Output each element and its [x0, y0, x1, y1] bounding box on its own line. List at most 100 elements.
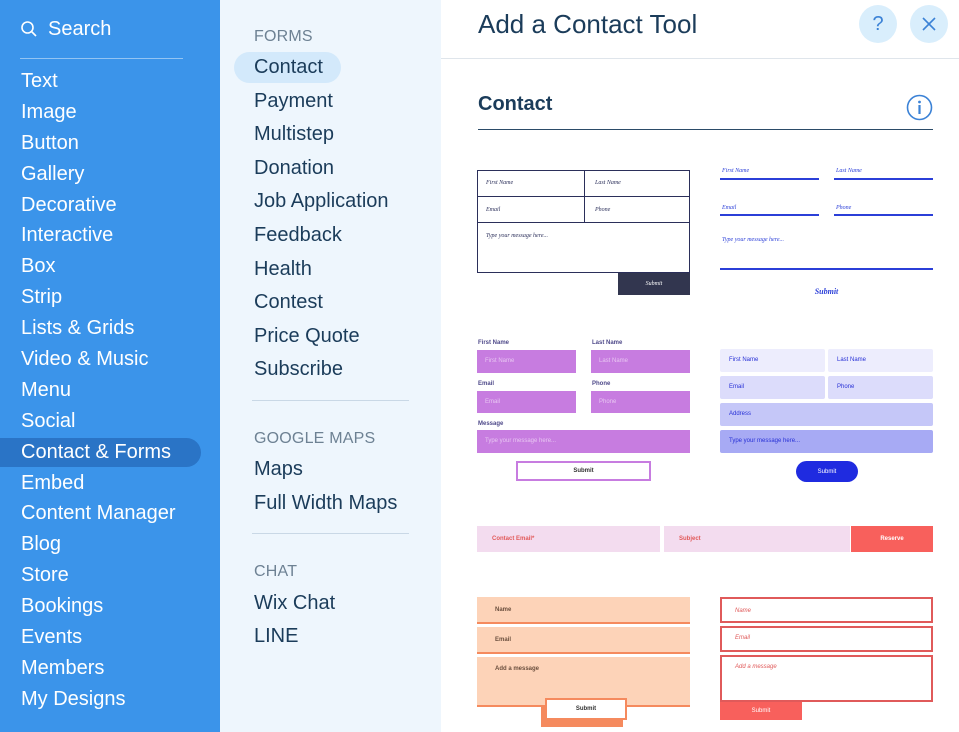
- category-item-contact[interactable]: Contact: [234, 52, 341, 83]
- sidebar-item-contact-and-forms[interactable]: Contact & Forms: [0, 437, 220, 468]
- help-button[interactable]: ?: [859, 5, 897, 43]
- contact-form-template-4[interactable]: First Name Last Name Email Phone Address…: [720, 349, 933, 483]
- submit-label: Submit: [751, 708, 771, 714]
- sidebar-item-blog[interactable]: Blog: [0, 529, 220, 560]
- sidebar-item-label: Lists & Grids: [21, 317, 135, 340]
- placeholder: Email: [735, 635, 751, 641]
- submit-button: Submit: [545, 698, 627, 720]
- placeholder: Email: [495, 637, 512, 643]
- sidebar-item-embed[interactable]: Embed: [0, 468, 220, 499]
- category-item-maps[interactable]: Maps: [234, 454, 303, 485]
- sidebar: Search Text Image Button Gallery Decorative I…: [0, 0, 220, 732]
- subject-field: Subject: [664, 526, 850, 552]
- sidebar-item-my-designs[interactable]: My Designs: [0, 684, 220, 715]
- first-name-label: First Name: [478, 340, 510, 346]
- sidebar-item-interactive[interactable]: Interactive: [0, 220, 220, 251]
- divider: [252, 400, 409, 401]
- info-icon[interactable]: [906, 94, 933, 121]
- sidebar-item-label: Members: [21, 656, 105, 679]
- sidebar-item-box[interactable]: Box: [0, 251, 220, 282]
- sidebar-item-events[interactable]: Events: [0, 622, 220, 653]
- contact-form-template-6[interactable]: Name Email Add a message Submit: [477, 597, 690, 727]
- divider: [477, 196, 690, 197]
- email-field: Email: [720, 376, 825, 399]
- sidebar-item-label: Image: [21, 100, 77, 123]
- category-item-contest[interactable]: Contest: [234, 287, 323, 318]
- message-label: Message: [478, 421, 504, 427]
- sidebar-item-lists-and-grids[interactable]: Lists & Grids: [0, 313, 220, 344]
- sidebar-item-store[interactable]: Store: [0, 560, 220, 591]
- category-item-line[interactable]: LINE: [234, 621, 298, 652]
- category-panel: FORMS Contact Payment Multistep Donation Job…: [220, 0, 441, 732]
- sidebar-item-video-and-music[interactable]: Video & Music: [0, 344, 220, 375]
- sidebar-item-label: Text: [21, 69, 58, 92]
- sidebar-item-content-manager[interactable]: Content Manager: [0, 498, 220, 529]
- submit-label: Submit: [817, 468, 837, 475]
- search-label: Search: [48, 17, 112, 40]
- divider: [20, 58, 183, 59]
- sidebar-item-label: My Designs: [21, 687, 126, 710]
- contact-form-template-2[interactable]: First Name Last Name Email Phone Type yo…: [720, 166, 933, 301]
- last-name-field: Last Name: [591, 350, 690, 373]
- panel-title: Add a Contact Tool: [478, 9, 698, 39]
- category-item-subscribe[interactable]: Subscribe: [234, 354, 343, 385]
- first-name-label: First Name: [486, 180, 514, 186]
- email-label: Email: [722, 205, 737, 211]
- last-name-label: Last Name: [595, 180, 621, 186]
- sidebar-item-label: Blog: [21, 533, 62, 556]
- placeholder: Subject: [679, 536, 701, 542]
- name-field: Name: [720, 597, 933, 623]
- message-field: Type your message here...: [477, 430, 690, 453]
- sidebar-item-label: Menu: [21, 378, 72, 401]
- search-button[interactable]: Search: [20, 14, 183, 44]
- phone-field: Phone: [828, 376, 933, 399]
- sidebar-item-social[interactable]: Social: [0, 406, 220, 437]
- contact-form-template-5[interactable]: Contact Email* Subject Reserve: [477, 526, 933, 552]
- placeholder: Last Name: [599, 358, 629, 364]
- field-underline: [834, 178, 933, 180]
- email-field: Email: [477, 627, 690, 654]
- submit-button: Submit: [796, 461, 858, 482]
- reserve-label: Reserve: [880, 536, 904, 542]
- sidebar-item-gallery[interactable]: Gallery: [0, 159, 220, 190]
- reserve-button: Reserve: [851, 526, 933, 552]
- address-field: Address: [720, 403, 933, 426]
- contact-form-template-1[interactable]: First Name Last Name Email Phone Type yo…: [477, 170, 690, 295]
- sidebar-item-label: Interactive: [21, 224, 114, 247]
- category-item-full-width-maps[interactable]: Full Width Maps: [234, 488, 397, 519]
- field-underline: [720, 268, 933, 270]
- sidebar-item-label: Contact & Forms: [21, 440, 172, 463]
- message-label: Type your message here...: [722, 237, 784, 243]
- submit-button: Submit: [618, 273, 690, 295]
- sidebar-item-label: Gallery: [21, 162, 85, 185]
- category-item-payment[interactable]: Payment: [234, 86, 333, 117]
- contact-form-template-3[interactable]: First Name Last Name First Name Last Nam…: [477, 338, 690, 484]
- name-field: Name: [477, 597, 690, 624]
- sidebar-item-menu[interactable]: Menu: [0, 375, 220, 406]
- category-item-job-application[interactable]: Job Application: [234, 186, 389, 217]
- close-button[interactable]: [910, 5, 948, 43]
- sidebar-item-image[interactable]: Image: [0, 97, 220, 128]
- sidebar-item-strip[interactable]: Strip: [0, 282, 220, 313]
- category-item-donation[interactable]: Donation: [234, 153, 334, 184]
- section-heading: Contact: [478, 93, 553, 115]
- sidebar-item-members[interactable]: Members: [0, 653, 220, 684]
- email-field: Email: [720, 626, 933, 652]
- sidebar-item-decorative[interactable]: Decorative: [0, 190, 220, 221]
- contact-form-template-7[interactable]: Name Email Add a message Submit: [720, 597, 933, 721]
- category-item-price-quote[interactable]: Price Quote: [234, 321, 360, 352]
- sidebar-item-label: Strip: [21, 286, 63, 309]
- category-item-multistep[interactable]: Multistep: [234, 119, 334, 150]
- email-field: Email: [477, 391, 576, 413]
- sidebar-item-button[interactable]: Button: [0, 128, 220, 159]
- category-item-wix-chat[interactable]: Wix Chat: [234, 588, 335, 619]
- sidebar-item-bookings[interactable]: Bookings: [0, 591, 220, 622]
- sidebar-item-text[interactable]: Text: [0, 66, 220, 97]
- category-item-health[interactable]: Health: [234, 254, 312, 285]
- message-label: Type your message here...: [486, 233, 548, 239]
- field-underline: [834, 214, 933, 216]
- phone-label: Phone: [595, 207, 611, 213]
- category-item-feedback[interactable]: Feedback: [234, 220, 342, 251]
- phone-field: Phone: [591, 391, 690, 413]
- section-title-google-maps: GOOGLE MAPS: [254, 430, 376, 447]
